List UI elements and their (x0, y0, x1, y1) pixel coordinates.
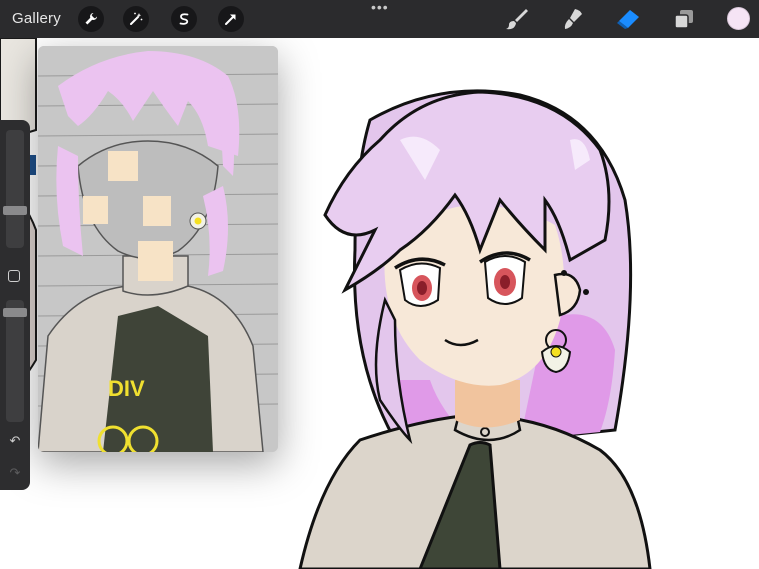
undo-button[interactable]: ↶ (6, 434, 24, 448)
reference-image: DIV (38, 46, 278, 452)
transform-arrow-icon (225, 14, 236, 25)
brush-size-slider[interactable] (3, 130, 27, 248)
more-options-button[interactable]: ••• (371, 0, 389, 14)
color-picker-button[interactable] (727, 7, 750, 30)
brush-size-handle[interactable] (3, 206, 27, 215)
top-toolbar: Gallery ••• (0, 0, 759, 38)
reference-window[interactable]: DIV (38, 46, 278, 452)
smudge-tool-button[interactable] (560, 7, 586, 31)
smudge-icon (564, 9, 582, 29)
eraser-tool-button[interactable] (615, 7, 641, 31)
layers-icon (674, 10, 693, 29)
eraser-icon (617, 10, 639, 29)
selection-button[interactable] (171, 6, 197, 32)
gallery-button[interactable]: Gallery (12, 10, 61, 27)
left-sidebar: ↶ ↷ (0, 120, 30, 490)
brush-icon (506, 9, 528, 30)
layers-button[interactable] (671, 7, 697, 31)
adjustments-button[interactable] (123, 6, 149, 32)
actions-button[interactable] (78, 6, 104, 32)
magic-wand-icon (130, 12, 143, 25)
selection-icon (179, 13, 189, 25)
wrench-icon (85, 13, 97, 25)
opacity-slider[interactable] (3, 300, 27, 422)
modify-button[interactable] (8, 270, 20, 282)
reference-text: DIV (108, 376, 145, 401)
redo-button[interactable]: ↷ (6, 466, 24, 480)
brush-tool-button[interactable] (504, 7, 530, 31)
transform-button[interactable] (218, 6, 244, 32)
opacity-handle[interactable] (3, 308, 27, 317)
